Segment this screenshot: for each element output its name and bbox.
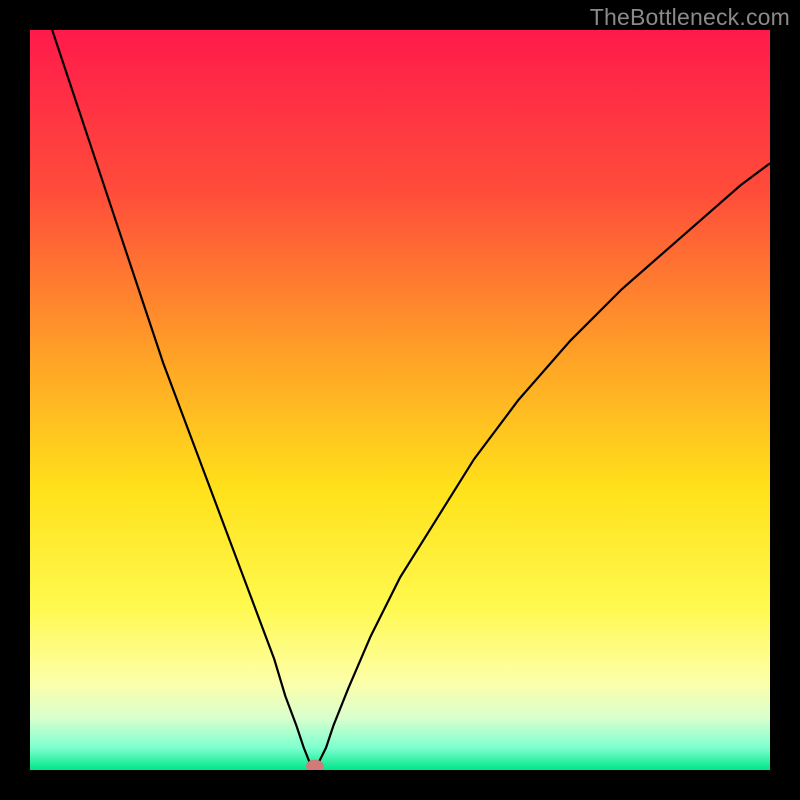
- gradient-background: [30, 30, 770, 770]
- chart-plot-area: [30, 30, 770, 770]
- watermark-text: TheBottleneck.com: [590, 4, 790, 31]
- chart-frame: TheBottleneck.com: [0, 0, 800, 800]
- chart-svg: [30, 30, 770, 770]
